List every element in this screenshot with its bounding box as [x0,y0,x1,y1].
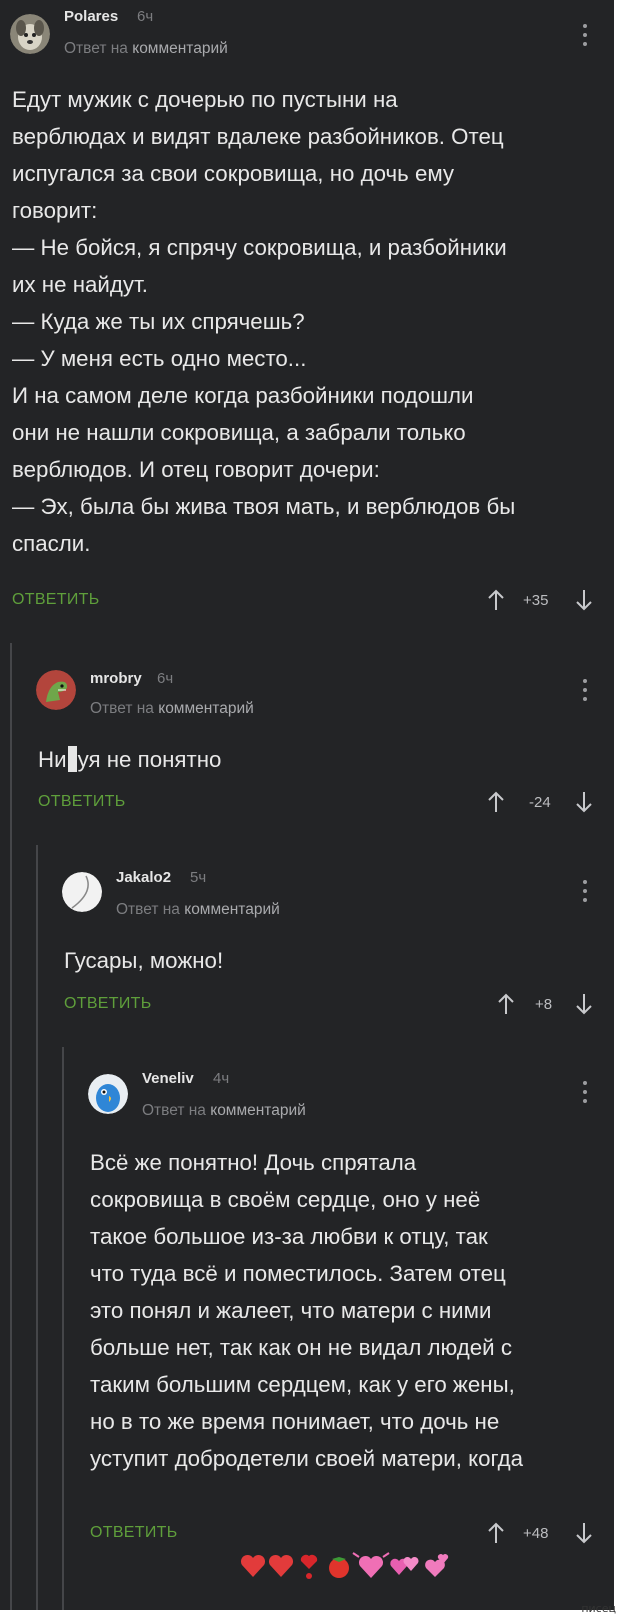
reply-to-label[interactable]: Ответ на комментарий [90,700,254,718]
reply-to-label[interactable]: Ответ на комментарий [142,1102,306,1120]
upvote-arrow-icon[interactable] [487,1522,505,1544]
more-options-icon[interactable] [581,880,589,906]
comments-screen: Polares 6ч Ответ на комментарий Едут муж… [0,0,614,1610]
rating-value: +48 [523,1525,549,1542]
username[interactable]: Veneliv [142,1070,194,1087]
reply-button[interactable]: ОТВЕТИТЬ [90,1524,178,1542]
parrot-avatar-icon[interactable] [88,1074,128,1114]
thread-line[interactable] [62,1047,64,1610]
upvote-arrow-icon[interactable] [487,589,505,611]
downvote-arrow-icon[interactable] [575,791,593,813]
downvote-arrow-icon[interactable] [575,1522,593,1544]
dog-avatar-icon[interactable] [10,14,50,54]
thread-line[interactable] [36,845,38,1610]
rating-value: +35 [523,592,549,609]
username[interactable]: Jakalo2 [116,869,171,886]
more-options-icon[interactable] [581,679,589,705]
more-options-icon[interactable] [581,1081,589,1107]
reply-to-label[interactable]: Ответ на комментарий [64,40,228,58]
more-options-icon[interactable] [581,24,589,50]
comment-time: 6ч [137,8,154,25]
censor-block [67,746,77,772]
reply-button[interactable]: ОТВЕТИТЬ [38,793,126,811]
comment-time: 4ч [213,1070,230,1087]
reply-button[interactable]: ОТВЕТИТЬ [12,591,100,609]
rating-value: +8 [535,996,553,1013]
username[interactable]: mrobry [90,670,142,687]
downvote-arrow-icon[interactable] [575,993,593,1015]
comment-text: Гусары, можно! [64,948,224,973]
hearts-tomato-emoji-icon [239,1477,451,1610]
downvote-arrow-icon[interactable] [575,589,593,611]
comment-time: 6ч [157,670,174,687]
comment-polares: Polares 6ч Ответ на комментарий Едут муж… [0,0,614,640]
watermark: писец [581,1602,616,1615]
dinosaur-avatar-icon[interactable] [36,670,76,710]
upvote-arrow-icon[interactable] [497,993,515,1015]
reply-button[interactable]: ОТВЕТИТЬ [64,995,152,1013]
ball-avatar-icon[interactable] [62,872,102,912]
upvote-arrow-icon[interactable] [487,791,505,813]
comment-text: Ни уя не понятно [38,746,222,772]
comment-text: Едут мужик с дочерью по пустыни на вербл… [12,87,516,556]
reply-to-label[interactable]: Ответ на комментарий [116,901,280,919]
thread-line[interactable] [10,643,12,1610]
comment-time: 5ч [190,869,207,886]
username[interactable]: Polares [64,8,118,25]
rating-value: -24 [529,794,551,811]
